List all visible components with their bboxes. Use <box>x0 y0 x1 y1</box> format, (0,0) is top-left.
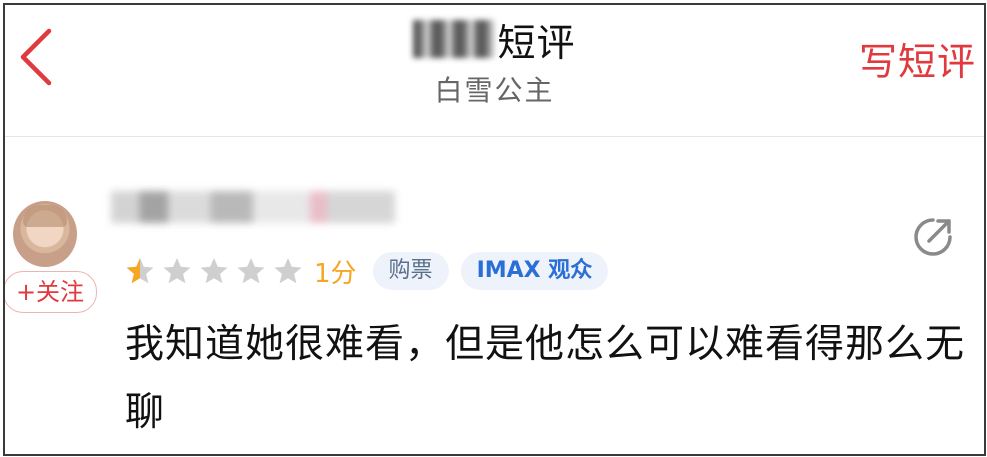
write-review-button[interactable]: 写短评 <box>859 31 976 86</box>
ticket-tag: 购票 <box>372 252 449 290</box>
star-rating <box>125 256 310 286</box>
movie-subtitle: 白雪公主 <box>434 74 555 107</box>
review-screen: 短评 白雪公主 写短评 +关注 1分 购票 IMAX 观众 我知道她很难看，但是… <box>3 3 986 456</box>
title-blurred-prefix <box>413 20 496 58</box>
share-button[interactable] <box>911 215 955 259</box>
username-blurred <box>111 191 395 223</box>
avatar[interactable] <box>13 201 77 267</box>
title-row: 短评 <box>413 13 575 65</box>
follow-button[interactable]: +关注 <box>5 271 97 313</box>
rating-row: 1分 购票 IMAX 观众 <box>125 249 620 293</box>
page-title: 短评 <box>497 20 576 65</box>
share-icon <box>914 218 952 256</box>
header: 短评 白雪公主 <box>5 13 984 109</box>
score-label: 1分 <box>314 258 357 289</box>
header-divider <box>5 136 984 137</box>
review-text: 我知道她很难看，但是他怎么可以难看得那么无聊 <box>125 322 966 435</box>
star-icon <box>237 258 265 284</box>
star-icon <box>163 258 191 284</box>
imax-audience-tag: IMAX 观众 <box>460 252 609 290</box>
star-icon <box>200 258 228 284</box>
star-icon <box>126 258 154 284</box>
star-icon <box>274 258 302 284</box>
